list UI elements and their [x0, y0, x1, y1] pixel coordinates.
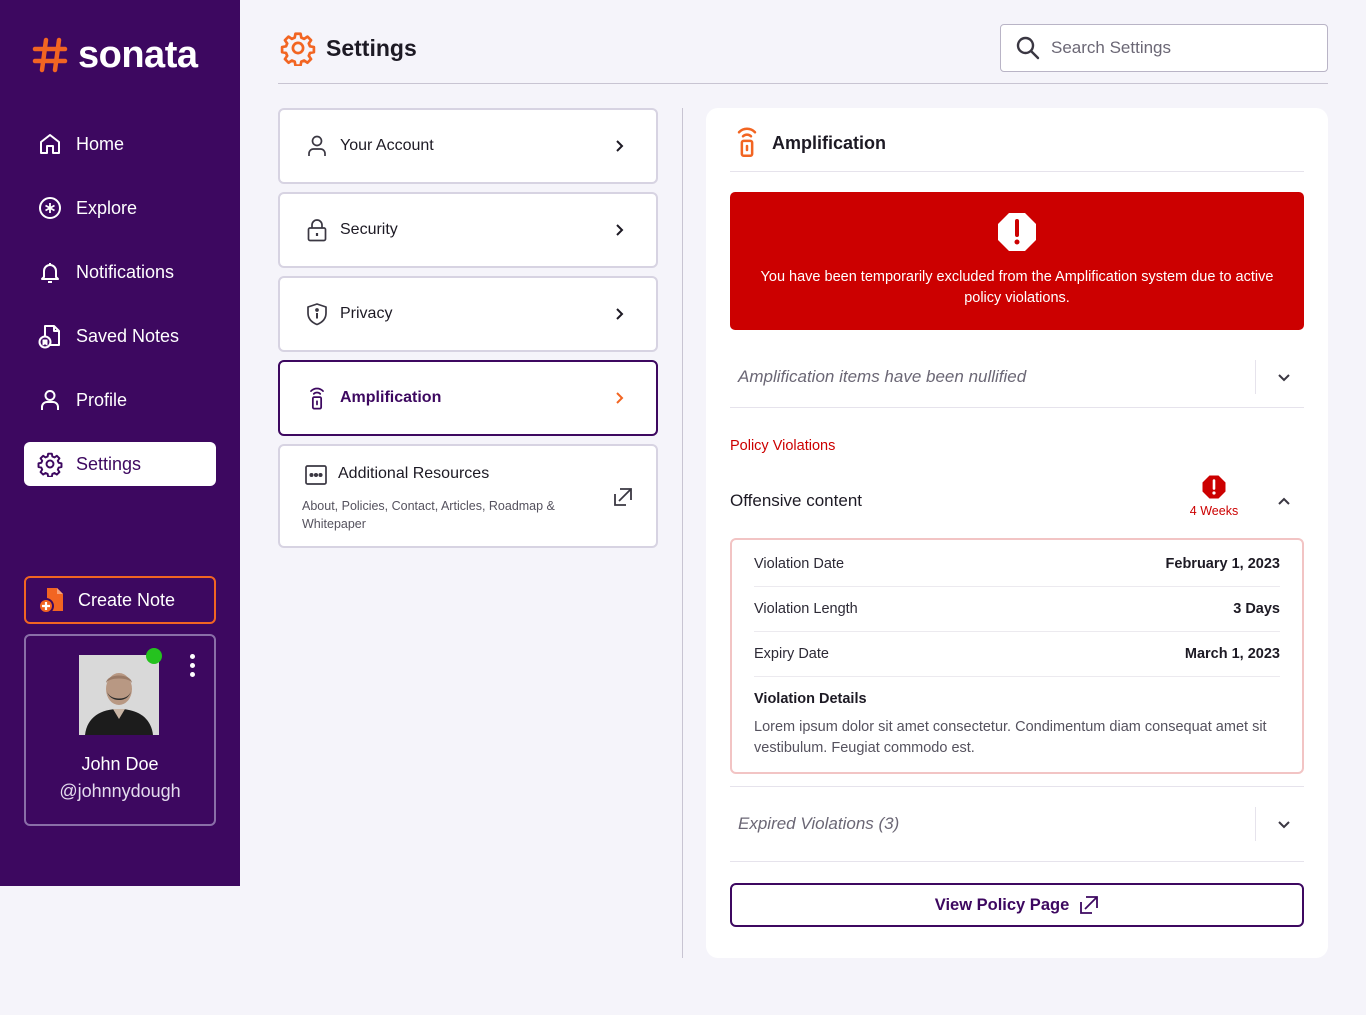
row-value: February 1, 2023: [1165, 556, 1280, 572]
amplification-icon: [737, 127, 757, 157]
row-key: Violation Date: [754, 556, 845, 572]
home-icon: [37, 131, 63, 157]
alert-message: You have been temporarily excluded from …: [760, 269, 1274, 306]
policy-violations-heading: Policy Violations: [730, 438, 836, 454]
violation-date-row: Violation Date February 1, 2023: [754, 542, 1280, 587]
sidebar-nav: Home Explore Notifications Saved Notes P…: [24, 122, 216, 506]
person-icon: [37, 387, 63, 413]
settings-item-security[interactable]: Security: [278, 192, 658, 268]
search-icon: [1016, 36, 1040, 60]
row-key: Expiry Date: [754, 646, 829, 662]
user-handle: @johnnydough: [59, 781, 181, 801]
search-box[interactable]: [1000, 24, 1328, 72]
chevron-down-icon: [1278, 821, 1290, 829]
panel-header: Amplification: [730, 126, 1304, 172]
online-status-dot: [146, 648, 162, 664]
shield-icon: [307, 303, 327, 326]
sidebar-item-home[interactable]: Home: [24, 122, 216, 166]
explore-icon: [37, 195, 63, 221]
chevron-down-icon: [1278, 373, 1290, 381]
nullified-items-accordion[interactable]: Amplification items have been nullified: [730, 346, 1304, 408]
saved-notes-icon: [37, 323, 63, 349]
external-link-icon: [614, 488, 632, 506]
sidebar-item-label: Home: [76, 133, 125, 154]
violation-details-title: Violation Details: [754, 691, 867, 707]
violation-details-text: Lorem ipsum dolor sit amet consectetur. …: [754, 719, 1267, 756]
sonata-logo-icon: [32, 37, 68, 73]
sidebar-item-profile[interactable]: Profile: [24, 378, 216, 422]
gear-icon: [280, 32, 316, 66]
settings-item-additional-resources[interactable]: Additional Resources About, Policies, Co…: [278, 444, 658, 548]
settings-item-label: Privacy: [340, 305, 393, 322]
sidebar-item-saved-notes[interactable]: Saved Notes: [24, 314, 216, 358]
expiry-date-row: Expiry Date March 1, 2023: [754, 632, 1280, 677]
user-profile-card[interactable]: John Doe @johnnydough: [24, 634, 216, 826]
exclusion-alert: You have been temporarily excluded from …: [730, 192, 1304, 330]
sidebar: sonata Home Explore Notifications Saved …: [0, 0, 240, 886]
bell-icon: [37, 259, 63, 285]
panel-title: Amplification: [772, 133, 887, 153]
more-options-icon[interactable]: [184, 652, 200, 680]
sidebar-item-label: Notifications: [76, 261, 175, 282]
settings-item-amplification[interactable]: Amplification: [278, 360, 658, 436]
expired-violations-accordion[interactable]: Expired Violations (3): [730, 786, 1304, 862]
user-name: John Doe: [81, 754, 159, 774]
resources-description: About, Policies, Contact, Articles, Road…: [302, 499, 555, 531]
search-input[interactable]: [1051, 38, 1301, 58]
settings-item-label: Security: [340, 221, 398, 238]
violation-header-offensive-content[interactable]: Offensive content 4 Weeks: [730, 472, 1304, 530]
sidebar-item-label: Saved Notes: [76, 325, 180, 346]
sidebar-item-label: Explore: [76, 197, 138, 218]
amplification-panel: Amplification You have been temporarily …: [706, 108, 1328, 958]
logo[interactable]: sonata: [32, 34, 198, 76]
sidebar-item-label: Profile: [76, 389, 128, 410]
settings-item-privacy[interactable]: Privacy: [278, 276, 658, 352]
resources-icon: [305, 465, 327, 485]
resources-label: Additional Resources: [338, 465, 490, 482]
page-title: Settings: [280, 30, 417, 66]
settings-item-your-account[interactable]: Your Account: [278, 108, 658, 184]
row-key: Violation Length: [754, 601, 858, 617]
create-note-label: Create Note: [78, 589, 176, 610]
external-link-icon: [1080, 896, 1099, 914]
chevron-right-icon: [616, 140, 624, 152]
settings-item-label: Amplification: [340, 389, 442, 406]
chevron-right-icon: [616, 392, 624, 404]
sidebar-item-label: Settings: [76, 453, 142, 474]
chevron-right-icon: [616, 308, 624, 320]
button-label: View Policy Page: [934, 895, 1070, 914]
row-value: 3 Days: [1233, 601, 1280, 617]
violation-duration: 4 Weeks: [1189, 504, 1239, 518]
violation-length-row: Violation Length 3 Days: [754, 587, 1280, 632]
accordion-label: Expired Violations (3): [738, 814, 900, 833]
alert-octagon-icon: [998, 213, 1036, 251]
violation-duration-badge: 4 Weeks: [1186, 474, 1242, 518]
violation-details-box: Violation Date February 1, 2023 Violatio…: [730, 538, 1304, 774]
divider: [1255, 359, 1256, 394]
avatar[interactable]: [79, 655, 159, 735]
amplification-icon: [310, 387, 324, 410]
brand-name: sonata: [78, 34, 198, 76]
settings-item-label: Your Account: [340, 137, 434, 154]
alert-octagon-icon: [1202, 475, 1226, 499]
lock-icon: [307, 219, 327, 242]
create-note-button[interactable]: Create Note: [24, 576, 216, 624]
chevron-up-icon: [1278, 497, 1290, 505]
sidebar-item-explore[interactable]: Explore: [24, 186, 216, 230]
accordion-label: Amplification items have been nullified: [738, 366, 1027, 386]
create-note-icon: [38, 588, 63, 614]
view-policy-page-button[interactable]: View Policy Page: [730, 883, 1304, 927]
sidebar-item-notifications[interactable]: Notifications: [24, 250, 216, 294]
sidebar-item-settings[interactable]: Settings: [24, 442, 216, 486]
gear-icon: [37, 451, 63, 477]
divider: [1255, 807, 1256, 841]
column-divider: [682, 108, 683, 958]
chevron-right-icon: [616, 224, 624, 236]
row-value: March 1, 2023: [1184, 646, 1280, 662]
page-title-text: Settings: [326, 34, 417, 61]
header-divider: [278, 83, 1328, 84]
person-icon: [308, 135, 326, 156]
